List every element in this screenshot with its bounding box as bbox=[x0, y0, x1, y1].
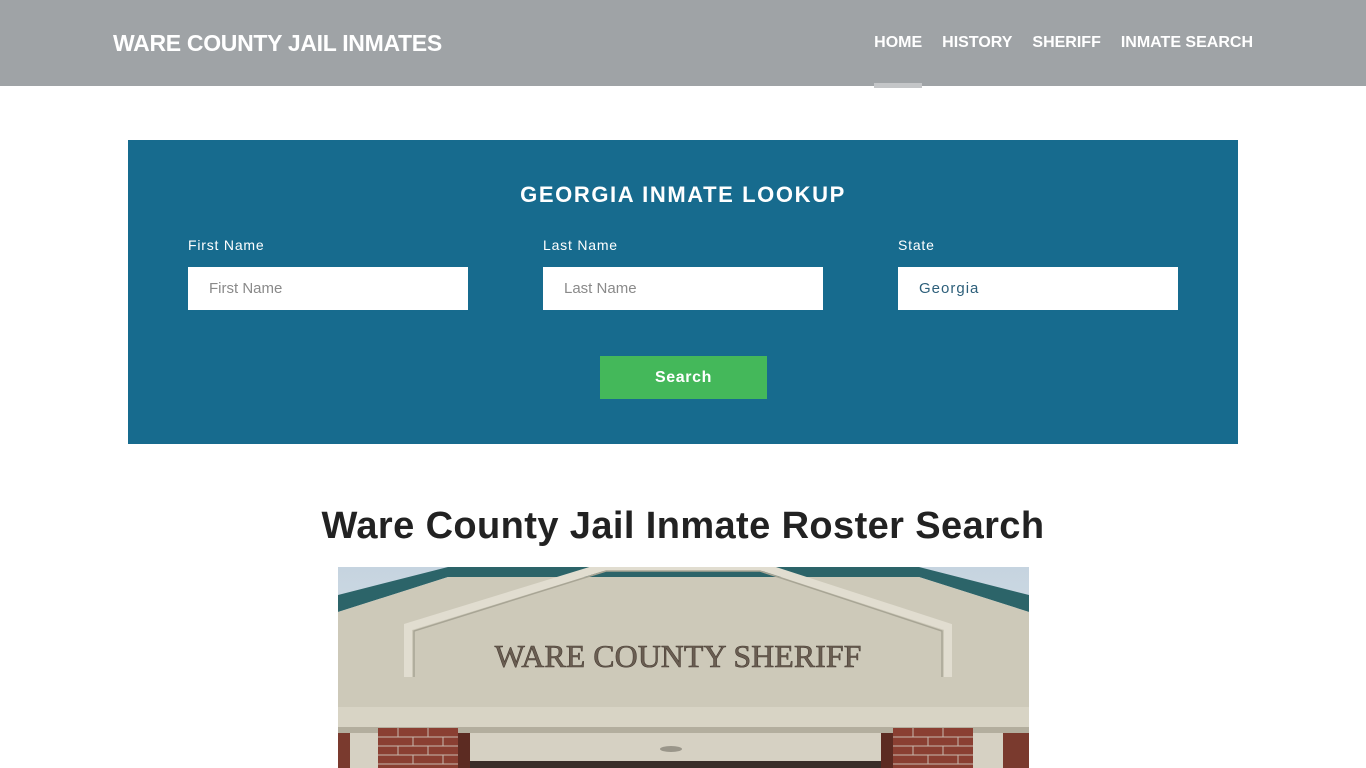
sign-text: WARE COUNTY SHERIFF bbox=[495, 638, 862, 674]
brick-column-right bbox=[881, 728, 973, 768]
nav-sheriff[interactable]: SHERIFF bbox=[1032, 34, 1100, 52]
site-brand-link[interactable]: WARE COUNTY JAIL INMATES bbox=[113, 30, 442, 57]
top-navbar: WARE COUNTY JAIL INMATES HOME HISTORY SH… bbox=[0, 0, 1366, 88]
lookup-title: GEORGIA INMATE LOOKUP bbox=[520, 182, 846, 207]
door-header bbox=[470, 761, 881, 768]
state-select[interactable]: Georgia bbox=[898, 267, 1178, 310]
page-heading: Ware County Jail Inmate Roster Search bbox=[321, 505, 1045, 547]
last-name-input[interactable] bbox=[543, 267, 823, 310]
sheriff-building-image: WARE COUNTY SHERIFF bbox=[338, 567, 1029, 768]
cornice-band bbox=[338, 707, 1029, 727]
nav-history[interactable]: HISTORY bbox=[942, 34, 1012, 52]
ceiling-light bbox=[660, 746, 682, 752]
brick-edge-right bbox=[1003, 733, 1029, 768]
nav-home[interactable]: HOME bbox=[874, 34, 923, 88]
state-label: State bbox=[898, 237, 935, 253]
sheriff-building-illustration: WARE COUNTY SHERIFF bbox=[338, 567, 1029, 768]
first-name-field-group: First Name bbox=[188, 237, 468, 310]
nav-inmate-search[interactable]: INMATE SEARCH bbox=[1121, 34, 1253, 52]
last-name-label: Last Name bbox=[543, 237, 618, 253]
state-field-group: State Georgia bbox=[898, 237, 1178, 310]
main-nav: HOME HISTORY SHERIFF INMATE SEARCH bbox=[854, 34, 1253, 88]
inmate-lookup-panel: GEORGIA INMATE LOOKUP First Name Last Na… bbox=[128, 140, 1238, 444]
first-name-input[interactable] bbox=[188, 267, 468, 310]
brick-column-left bbox=[378, 728, 470, 768]
first-name-label: First Name bbox=[188, 237, 265, 253]
search-button[interactable]: Search bbox=[600, 356, 767, 399]
brick-edge-left bbox=[338, 733, 350, 768]
last-name-field-group: Last Name bbox=[543, 237, 823, 310]
